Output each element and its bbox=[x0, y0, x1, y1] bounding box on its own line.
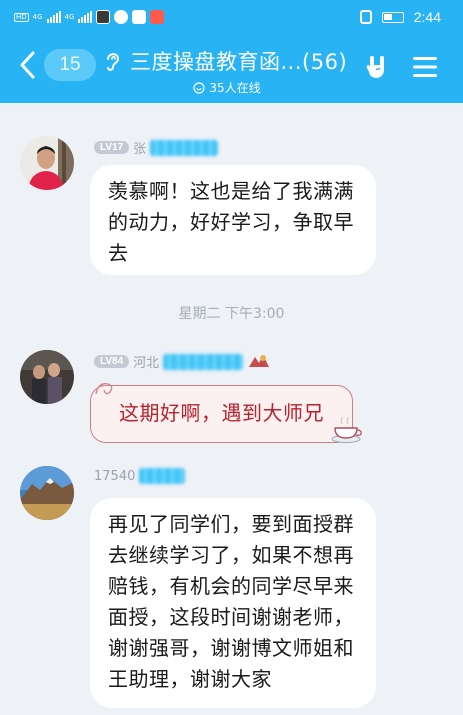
chat-title: 三度操盘教育函...(56) bbox=[130, 50, 348, 74]
sender-name: 张 bbox=[133, 142, 147, 157]
sender-name-row: LV17 张 bbox=[94, 138, 219, 157]
honor-badge-icon bbox=[249, 354, 270, 367]
avatar-photo bbox=[20, 466, 74, 520]
avatar[interactable] bbox=[20, 136, 74, 190]
avatar-photo bbox=[20, 136, 74, 190]
status-right: 2:44 bbox=[359, 7, 441, 27]
ear-icon bbox=[107, 53, 120, 71]
online-status: 35人在线 bbox=[94, 79, 360, 96]
chat-header: HD 4G 4G 2:44 15 三度操盘教育函...(56) 35人在线 bbox=[0, 0, 463, 103]
app-notification-icon bbox=[96, 10, 111, 24]
avatar-photo bbox=[20, 350, 74, 404]
teacup-icon bbox=[331, 416, 362, 443]
nfc-icon bbox=[359, 10, 372, 24]
blurred-name bbox=[150, 139, 219, 156]
sim-label-1: HD bbox=[14, 12, 29, 22]
unread-count-badge: 15 bbox=[44, 49, 96, 81]
sender-name: 17540 bbox=[94, 468, 136, 484]
avatar[interactable] bbox=[20, 466, 74, 520]
rock-hand-icon[interactable] bbox=[364, 53, 390, 81]
signal-icon bbox=[78, 11, 93, 23]
message-timestamp: 星期二 下午3:00 bbox=[178, 306, 285, 322]
bubble-swirl-decoration bbox=[95, 383, 113, 395]
app-notification-icon bbox=[150, 10, 165, 24]
chevron-left-icon bbox=[20, 51, 35, 79]
blurred-name bbox=[139, 468, 186, 484]
network-label-2: 4G bbox=[64, 13, 75, 21]
sender-name-row: LV84 河北 bbox=[94, 352, 271, 371]
message-bubble[interactable]: 羡慕啊！这也是给了我满满的动力，好好学习，争取早去 bbox=[90, 165, 376, 275]
back-button[interactable]: 15 bbox=[18, 49, 96, 81]
sender-name: 河北 bbox=[133, 356, 160, 371]
online-icon bbox=[193, 81, 205, 94]
app-notification-icon bbox=[114, 10, 129, 24]
sender-name-row: 17540 bbox=[94, 468, 186, 484]
signal-icon bbox=[46, 11, 61, 23]
status-left: HD 4G 4G bbox=[14, 8, 165, 26]
blurred-name bbox=[163, 353, 244, 370]
title-block[interactable]: 三度操盘教育函...(56) 35人在线 bbox=[104, 46, 360, 96]
network-label-1: 4G bbox=[32, 13, 43, 21]
online-count: 35人在线 bbox=[209, 81, 261, 95]
level-badge: LV17 bbox=[94, 141, 130, 154]
status-bar: HD 4G 4G 2:44 bbox=[0, 0, 463, 34]
menu-icon[interactable] bbox=[412, 56, 438, 78]
avatar[interactable] bbox=[20, 350, 74, 404]
clock: 2:44 bbox=[413, 9, 441, 25]
level-badge: LV84 bbox=[94, 355, 130, 368]
app-notification-icon bbox=[132, 10, 147, 24]
nav-bar: 15 三度操盘教育函...(56) 35人在线 bbox=[0, 34, 463, 103]
battery-icon bbox=[381, 11, 404, 23]
message-bubble[interactable]: 再见了同学们，要到面授群去继续学习了，如果不想再赔钱，有机会的同学尽早来面授，这… bbox=[90, 498, 376, 708]
message-bubble-themed[interactable]: 这期好啊，遇到大师兄 bbox=[90, 385, 353, 443]
